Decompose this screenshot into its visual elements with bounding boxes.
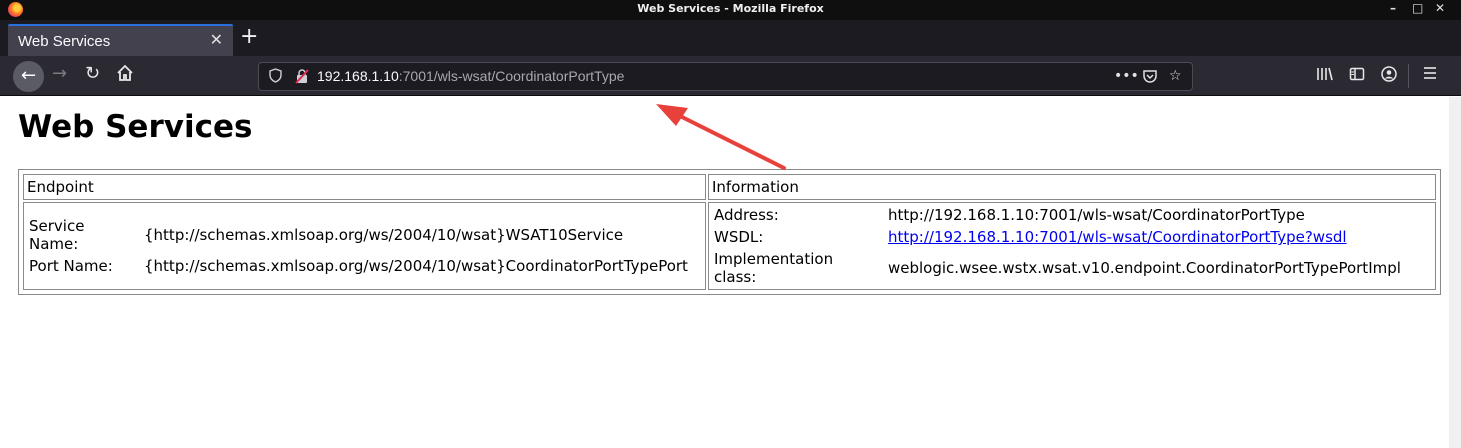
page-title: Web Services bbox=[18, 109, 253, 145]
tab-bar: Web Services ✕ + bbox=[0, 20, 1461, 56]
page-actions-icon[interactable]: ••• bbox=[1114, 68, 1139, 84]
back-icon[interactable]: ← bbox=[13, 61, 44, 92]
shield-icon[interactable] bbox=[269, 68, 282, 87]
maximize-button[interactable]: □ bbox=[1412, 1, 1423, 15]
home-icon[interactable] bbox=[116, 64, 134, 87]
bookmark-star-icon[interactable]: ☆ bbox=[1169, 68, 1182, 84]
tab-close-icon[interactable]: ✕ bbox=[210, 30, 223, 49]
insecure-lock-icon[interactable] bbox=[295, 69, 309, 84]
account-icon[interactable] bbox=[1381, 66, 1397, 86]
address-label: Address: bbox=[714, 206, 779, 224]
implementation-class-label: Implementation class: bbox=[714, 250, 834, 286]
menu-icon[interactable] bbox=[1423, 66, 1437, 84]
address-value: http://192.168.1.10:7001/wls-wsat/Coordi… bbox=[888, 206, 1305, 224]
reload-icon[interactable]: ↻ bbox=[85, 64, 100, 84]
url-bar[interactable]: 192.168.1.10:7001/wls-wsat/CoordinatorPo… bbox=[258, 62, 1193, 91]
tab-web-services[interactable]: Web Services ✕ bbox=[8, 24, 233, 56]
forward-icon[interactable]: → bbox=[52, 64, 67, 84]
url-host: 192.168.1.10 bbox=[317, 68, 399, 84]
port-name-label: Port Name: bbox=[29, 257, 113, 275]
endpoint-cell: Service Name: {http://schemas.xmlsoap.or… bbox=[23, 202, 706, 290]
wsdl-label: WSDL: bbox=[714, 228, 764, 246]
information-details: Address: http://192.168.1.10:7001/wls-ws… bbox=[709, 203, 1406, 289]
wsdl-link[interactable]: http://192.168.1.10:7001/wls-wsat/Coordi… bbox=[888, 228, 1347, 246]
port-name-value: {http://schemas.xmlsoap.org/ws/2004/10/w… bbox=[144, 257, 688, 275]
implementation-class-value: weblogic.wsee.wstx.wsat.v10.endpoint.Coo… bbox=[888, 259, 1401, 277]
navigation-toolbar: ← → ↻ 192.168.1.10:7001/wls-wsat/Coordin… bbox=[0, 56, 1461, 96]
window-titlebar: Web Services - Mozilla Firefox – □ ✕ bbox=[0, 0, 1461, 20]
url-path: :7001/wls-wsat/CoordinatorPortType bbox=[398, 68, 625, 84]
service-name-value: {http://schemas.xmlsoap.org/ws/2004/10/w… bbox=[144, 226, 624, 244]
web-services-table: Endpoint Information Service Name: {http… bbox=[18, 169, 1441, 295]
close-window-button[interactable]: ✕ bbox=[1435, 1, 1445, 15]
annotation-arrow bbox=[656, 104, 786, 170]
tab-title: Web Services bbox=[18, 33, 111, 50]
new-tab-button[interactable]: + bbox=[240, 26, 258, 48]
sidebar-icon[interactable] bbox=[1349, 66, 1365, 86]
scrollbar-track[interactable] bbox=[1449, 97, 1461, 448]
library-icon[interactable] bbox=[1316, 66, 1334, 86]
minimize-button[interactable]: – bbox=[1390, 1, 1396, 15]
window-title: Web Services - Mozilla Firefox bbox=[637, 2, 824, 15]
toolbar-separator bbox=[1408, 64, 1409, 88]
endpoint-details: Service Name: {http://schemas.xmlsoap.or… bbox=[24, 214, 693, 278]
column-header-endpoint: Endpoint bbox=[23, 174, 706, 200]
service-name-label: Service Name: bbox=[29, 217, 85, 253]
url-text[interactable]: 192.168.1.10:7001/wls-wsat/CoordinatorPo… bbox=[317, 68, 624, 84]
column-header-information: Information bbox=[708, 174, 1436, 200]
pocket-icon[interactable] bbox=[1142, 68, 1158, 88]
information-cell: Address: http://192.168.1.10:7001/wls-ws… bbox=[708, 202, 1436, 290]
